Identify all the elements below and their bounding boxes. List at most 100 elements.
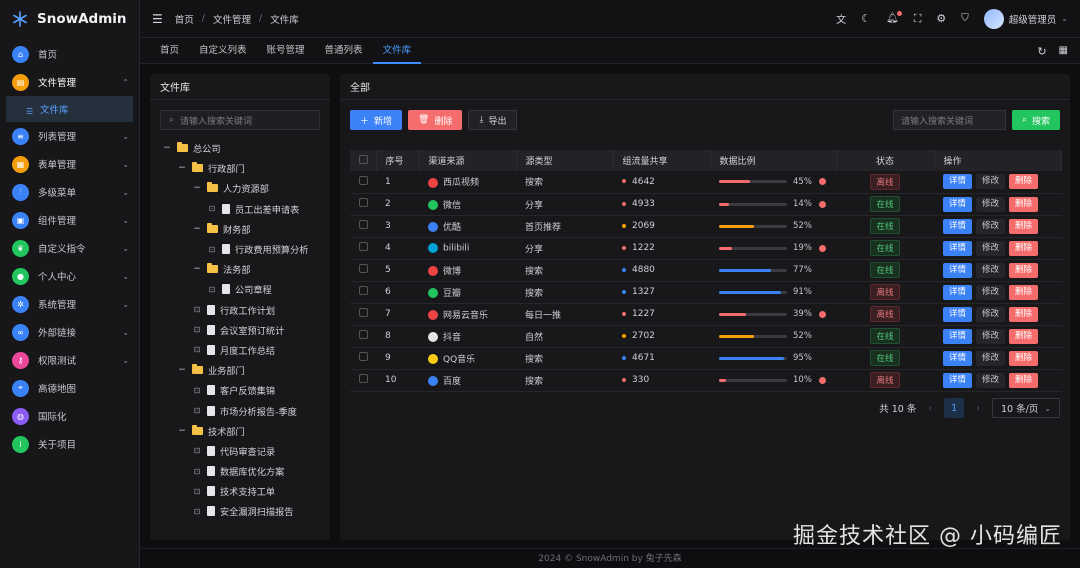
tree-folder[interactable]: − 行政部门: [160, 158, 330, 178]
search-button[interactable]: ⌕ 搜索: [1011, 110, 1060, 130]
collapse-icon[interactable]: −: [192, 183, 202, 193]
page-size-select[interactable]: 10 条/页 ⌄: [992, 398, 1060, 418]
detail-button[interactable]: 详情: [943, 218, 973, 234]
tree-file[interactable]: ⊡ 客户反馈集锦: [160, 380, 330, 400]
edit-button[interactable]: 修改: [976, 350, 1006, 366]
row-checkbox[interactable]: [350, 193, 376, 215]
detail-button[interactable]: 详情: [943, 174, 973, 190]
detail-button[interactable]: 详情: [943, 372, 973, 388]
row-delete-button[interactable]: 删除: [1009, 240, 1039, 256]
tree-file[interactable]: ⊡ 数据库优化方案: [160, 461, 330, 481]
breadcrumb-item[interactable]: 首页: [175, 12, 194, 26]
table-row[interactable]: 5 微博 搜索 4880 77% 在线 详情 修改 删除: [350, 259, 1062, 281]
refresh-icon[interactable]: ↻: [1037, 45, 1046, 58]
row-delete-button[interactable]: 删除: [1009, 196, 1039, 212]
detail-button[interactable]: 详情: [943, 284, 973, 300]
sidebar-item[interactable]: ▦ 表单管理 ⌄: [0, 150, 139, 178]
row-checkbox[interactable]: [350, 237, 376, 259]
tree-folder[interactable]: − 技术部门: [160, 421, 330, 441]
prev-page-icon[interactable]: ‹: [928, 403, 932, 414]
tree-folder[interactable]: − 业务部门: [160, 360, 330, 380]
collapse-icon[interactable]: −: [192, 264, 202, 274]
collapse-icon[interactable]: −: [177, 365, 187, 375]
tree-file[interactable]: ⊡ 公司章程: [160, 279, 330, 299]
tree-file[interactable]: ⊡ 行政工作计划: [160, 300, 330, 320]
bell-icon[interactable]: 🔔︎: [886, 11, 902, 24]
table-row[interactable]: 8 抖音 自然 2702 52% 在线 详情 修改 删除: [350, 325, 1062, 347]
sidebar-item[interactable]: ◍ 国际化: [0, 402, 139, 430]
table-row[interactable]: 6 豆瓣 搜索 1327 91% 离线 详情 修改 删除: [350, 281, 1062, 303]
edit-button[interactable]: 修改: [976, 174, 1006, 190]
detail-button[interactable]: 详情: [943, 306, 973, 322]
row-checkbox[interactable]: [350, 325, 376, 347]
row-delete-button[interactable]: 删除: [1009, 218, 1039, 234]
fullscreen-icon[interactable]: ⛶: [914, 12, 922, 26]
search-input[interactable]: 请输入搜索关键词: [892, 110, 1006, 130]
theme-icon[interactable]: ⛉: [961, 13, 969, 24]
sidebar-item[interactable]: ≡ 列表管理 ⌄: [0, 122, 139, 150]
gear-icon[interactable]: ⚙: [936, 12, 946, 25]
app-logo[interactable]: SnowAdmin: [0, 0, 139, 38]
table-row[interactable]: 1 西瓜视频 搜索 4642 45% 离线 详情 修改 删除: [350, 171, 1062, 193]
tree-file[interactable]: ⊡ 月度工作总结: [160, 340, 330, 360]
row-checkbox[interactable]: [350, 347, 376, 369]
table-row[interactable]: 10 百度 搜索 330 10% 离线 详情 修改 删除: [350, 369, 1062, 391]
detail-button[interactable]: 详情: [943, 350, 973, 366]
sidebar-item[interactable]: ⌖ 高德地图: [0, 374, 139, 402]
detail-button[interactable]: 详情: [943, 196, 973, 212]
tab-item[interactable]: 账号管理: [257, 39, 315, 64]
sidebar-item[interactable]: ● 个人中心 ⌄: [0, 262, 139, 290]
menu-fold-icon[interactable]: ☰: [152, 12, 163, 26]
tree-file[interactable]: ⊡ 技术支持工单: [160, 481, 330, 501]
add-button[interactable]: ＋ 新增: [350, 110, 403, 130]
edit-button[interactable]: 修改: [976, 284, 1006, 300]
user-menu[interactable]: 超级管理员 ⌄: [983, 8, 1068, 29]
detail-button[interactable]: 详情: [943, 240, 973, 256]
collapse-icon[interactable]: −: [162, 143, 172, 153]
tab-item[interactable]: 文件库: [372, 39, 422, 64]
export-button[interactable]: ⤓ 导出: [468, 110, 518, 130]
tab-item[interactable]: 首页: [150, 39, 189, 64]
tab-item[interactable]: 普通列表: [315, 39, 373, 64]
sidebar-item[interactable]: ⌂ 首页: [0, 40, 139, 68]
sidebar-item[interactable]: ▣ 组件管理 ⌄: [0, 206, 139, 234]
tabs-menu-icon[interactable]: ▦: [1059, 45, 1068, 58]
edit-button[interactable]: 修改: [976, 218, 1006, 234]
detail-button[interactable]: 详情: [943, 262, 973, 278]
row-delete-button[interactable]: 删除: [1009, 328, 1039, 344]
edit-button[interactable]: 修改: [976, 262, 1006, 278]
sidebar-subitem-active[interactable]: ☰ 文件库: [6, 96, 133, 122]
sidebar-item[interactable]: ⫶ 多级菜单 ⌄: [0, 178, 139, 206]
page-number[interactable]: 1: [944, 398, 965, 418]
row-delete-button[interactable]: 删除: [1009, 350, 1039, 366]
sidebar-item[interactable]: ▤ 文件管理 ⌃: [0, 68, 139, 96]
row-checkbox[interactable]: [350, 259, 376, 281]
edit-button[interactable]: 修改: [976, 240, 1006, 256]
tree-file[interactable]: ⊡ 会议室预订统计: [160, 320, 330, 340]
row-delete-button[interactable]: 删除: [1009, 372, 1039, 388]
sidebar-item[interactable]: ✲ 系统管理 ⌄: [0, 290, 139, 318]
select-all-checkbox[interactable]: [350, 150, 377, 171]
collapse-icon[interactable]: −: [192, 224, 202, 234]
table-row[interactable]: 9 QQ音乐 搜索 4671 95% 在线 详情 修改 删除: [350, 347, 1062, 369]
detail-button[interactable]: 详情: [943, 328, 973, 344]
row-checkbox[interactable]: [350, 215, 376, 237]
sidebar-item[interactable]: i 关于项目: [0, 430, 139, 458]
tree-folder[interactable]: − 法务部: [160, 259, 330, 279]
edit-button[interactable]: 修改: [976, 306, 1006, 322]
table-row[interactable]: 7 网易云音乐 每日一推 1227 39% 离线 详情 修改 删除: [350, 303, 1062, 325]
edit-button[interactable]: 修改: [976, 372, 1006, 388]
tree-folder[interactable]: − 总公司: [160, 138, 330, 158]
tree-file[interactable]: ⊡ 市场分析报告-季度: [160, 400, 330, 420]
row-checkbox[interactable]: [350, 369, 376, 391]
collapse-icon[interactable]: −: [177, 163, 187, 173]
edit-button[interactable]: 修改: [976, 196, 1006, 212]
row-checkbox[interactable]: [350, 281, 376, 303]
table-row[interactable]: 2 微信 分享 4933 14% 在线 详情 修改 删除: [350, 193, 1062, 215]
table-row[interactable]: 3 优酷 首页推荐 2069 52% 在线 详情 修改 删除: [350, 215, 1062, 237]
dark-mode-icon[interactable]: ☾: [861, 12, 871, 25]
sidebar-item[interactable]: ❦ 自定义指令 ⌄: [0, 234, 139, 262]
row-delete-button[interactable]: 删除: [1009, 306, 1039, 322]
tree-search-input[interactable]: ⌕ 请输入搜索关键词: [160, 110, 320, 130]
tree-file[interactable]: ⊡ 员工出差申请表: [160, 199, 330, 219]
